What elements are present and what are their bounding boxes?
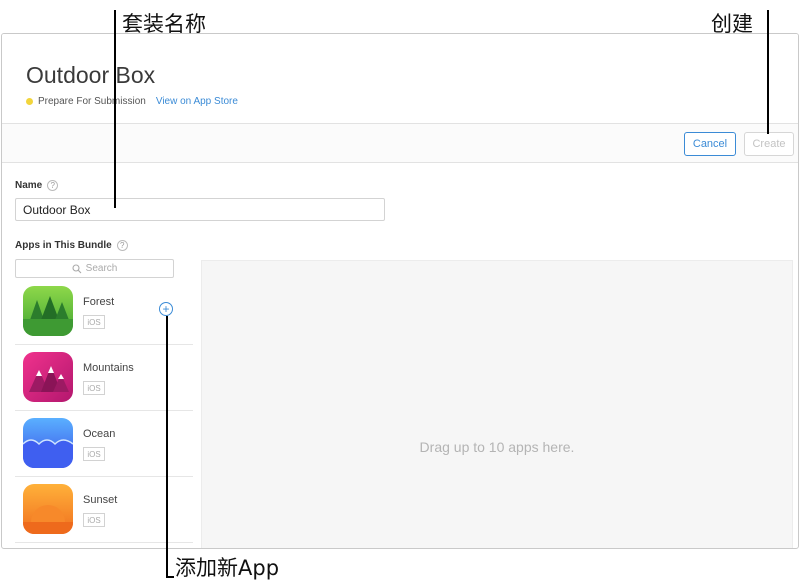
apps-label-text: Apps in This Bundle (15, 240, 112, 251)
app-drop-zone[interactable]: Drag up to 10 apps here. (201, 260, 793, 548)
annotation-add-app: 添加新App (175, 556, 280, 580)
app-name: Forest (83, 296, 115, 308)
add-app-button[interactable]: + (159, 302, 173, 316)
apps-help-icon[interactable]: ? (116, 240, 128, 251)
annotation-create: 创建 (711, 12, 753, 36)
platform-badge: iOS (83, 513, 105, 527)
annotation-line-create (767, 10, 769, 134)
mountains-icon (23, 352, 73, 402)
ocean-icon (23, 418, 73, 468)
name-label-text: Name (15, 180, 43, 191)
platform-badge: iOS (83, 315, 105, 329)
status-text: Prepare For Submission (38, 96, 146, 107)
status-dot-icon (26, 98, 33, 105)
bundle-header: Outdoor Box Prepare For Submission View … (2, 34, 798, 123)
status-row: Prepare For Submission View on App Store (26, 96, 238, 107)
platform-badge: iOS (83, 381, 105, 395)
app-name: Mountains (83, 362, 134, 374)
action-toolbar: Cancel Create (2, 123, 798, 163)
cancel-button[interactable]: Cancel (684, 132, 736, 156)
annotation-line-bundle-name (114, 10, 116, 208)
apps-field-label: Apps in This Bundle ? (15, 240, 128, 251)
platform-badge: iOS (83, 447, 105, 461)
bundle-editor-window: Outdoor Box Prepare For Submission View … (1, 33, 799, 549)
annotation-line-add-app (166, 316, 168, 578)
annotation-line-add-app-tick (166, 576, 174, 578)
bundle-name-input[interactable]: Outdoor Box (15, 198, 385, 221)
sunset-icon (23, 484, 73, 534)
annotation-bundle-name: 套装名称 (122, 12, 206, 36)
name-help-icon[interactable]: ? (47, 180, 59, 191)
page-title: Outdoor Box (26, 62, 156, 88)
drop-zone-hint: Drag up to 10 apps here. (419, 439, 575, 455)
app-search-input[interactable]: Search (15, 259, 174, 278)
app-name: Sunset (83, 494, 118, 506)
search-placeholder: Search (85, 263, 118, 274)
forest-icon (23, 286, 73, 336)
search-icon (72, 263, 82, 273)
create-button[interactable]: Create (744, 132, 794, 156)
app-name: Ocean (83, 428, 116, 440)
name-field-label: Name ? (15, 180, 59, 191)
view-on-app-store-link[interactable]: View on App Store (156, 96, 238, 107)
